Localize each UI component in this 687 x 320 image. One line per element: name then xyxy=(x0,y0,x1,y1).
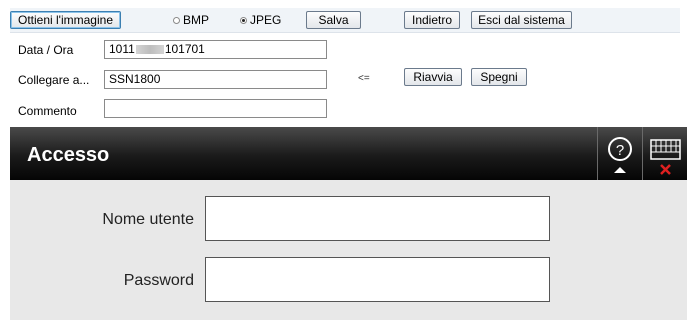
format-jpeg-radio[interactable]: JPEG xyxy=(240,13,281,27)
datetime-suffix: 101701 xyxy=(164,42,205,56)
back-button[interactable]: Indietro xyxy=(404,11,460,29)
comment-label: Commento xyxy=(18,104,77,118)
datetime-prefix: 1011 xyxy=(109,42,135,56)
format-bmp-label: BMP xyxy=(183,13,210,27)
format-jpeg-label: JPEG xyxy=(250,13,282,27)
help-icon: ? xyxy=(608,137,632,173)
remote-toolbar: Ottieni l'immagine BMP JPEG Salva Indiet… xyxy=(0,0,687,127)
username-label: Nome utente xyxy=(102,211,194,228)
username-input[interactable] xyxy=(205,196,550,241)
restart-button[interactable]: Riavvia xyxy=(404,68,462,86)
connect-arrow: <= xyxy=(358,73,370,84)
toolbar-top-row: Ottieni l'immagine BMP JPEG Salva Indiet… xyxy=(10,8,680,33)
datetime-label: Data / Ora xyxy=(18,43,74,57)
datetime-redacted xyxy=(135,45,164,55)
radio-bmp-dot xyxy=(173,16,180,24)
password-input[interactable] xyxy=(205,257,550,302)
close-icon xyxy=(660,164,671,175)
keyboard-button[interactable] xyxy=(642,127,687,180)
login-form: Nome utente Password xyxy=(10,180,687,320)
login-header: Accesso ? xyxy=(10,127,687,180)
shutdown-button[interactable]: Spegni xyxy=(471,68,527,86)
svg-text:?: ? xyxy=(616,142,624,159)
comment-field[interactable] xyxy=(104,99,327,118)
exit-system-button[interactable]: Esci dal sistema xyxy=(471,11,572,29)
format-bmp-radio[interactable]: BMP xyxy=(173,13,209,27)
capture-image-button[interactable]: Ottieni l'immagine xyxy=(10,11,121,29)
keyboard-icon xyxy=(650,139,681,175)
password-label: Password xyxy=(123,272,194,289)
radio-jpeg-dot xyxy=(240,16,247,24)
help-button[interactable]: ? xyxy=(597,127,642,180)
login-title: Accesso xyxy=(27,144,110,166)
datetime-field: 1011 101701 xyxy=(104,40,327,59)
save-button[interactable]: Salva xyxy=(306,11,361,29)
connect-label: Collegare a... xyxy=(18,73,90,87)
connect-field[interactable]: SSN1800 xyxy=(104,70,327,89)
